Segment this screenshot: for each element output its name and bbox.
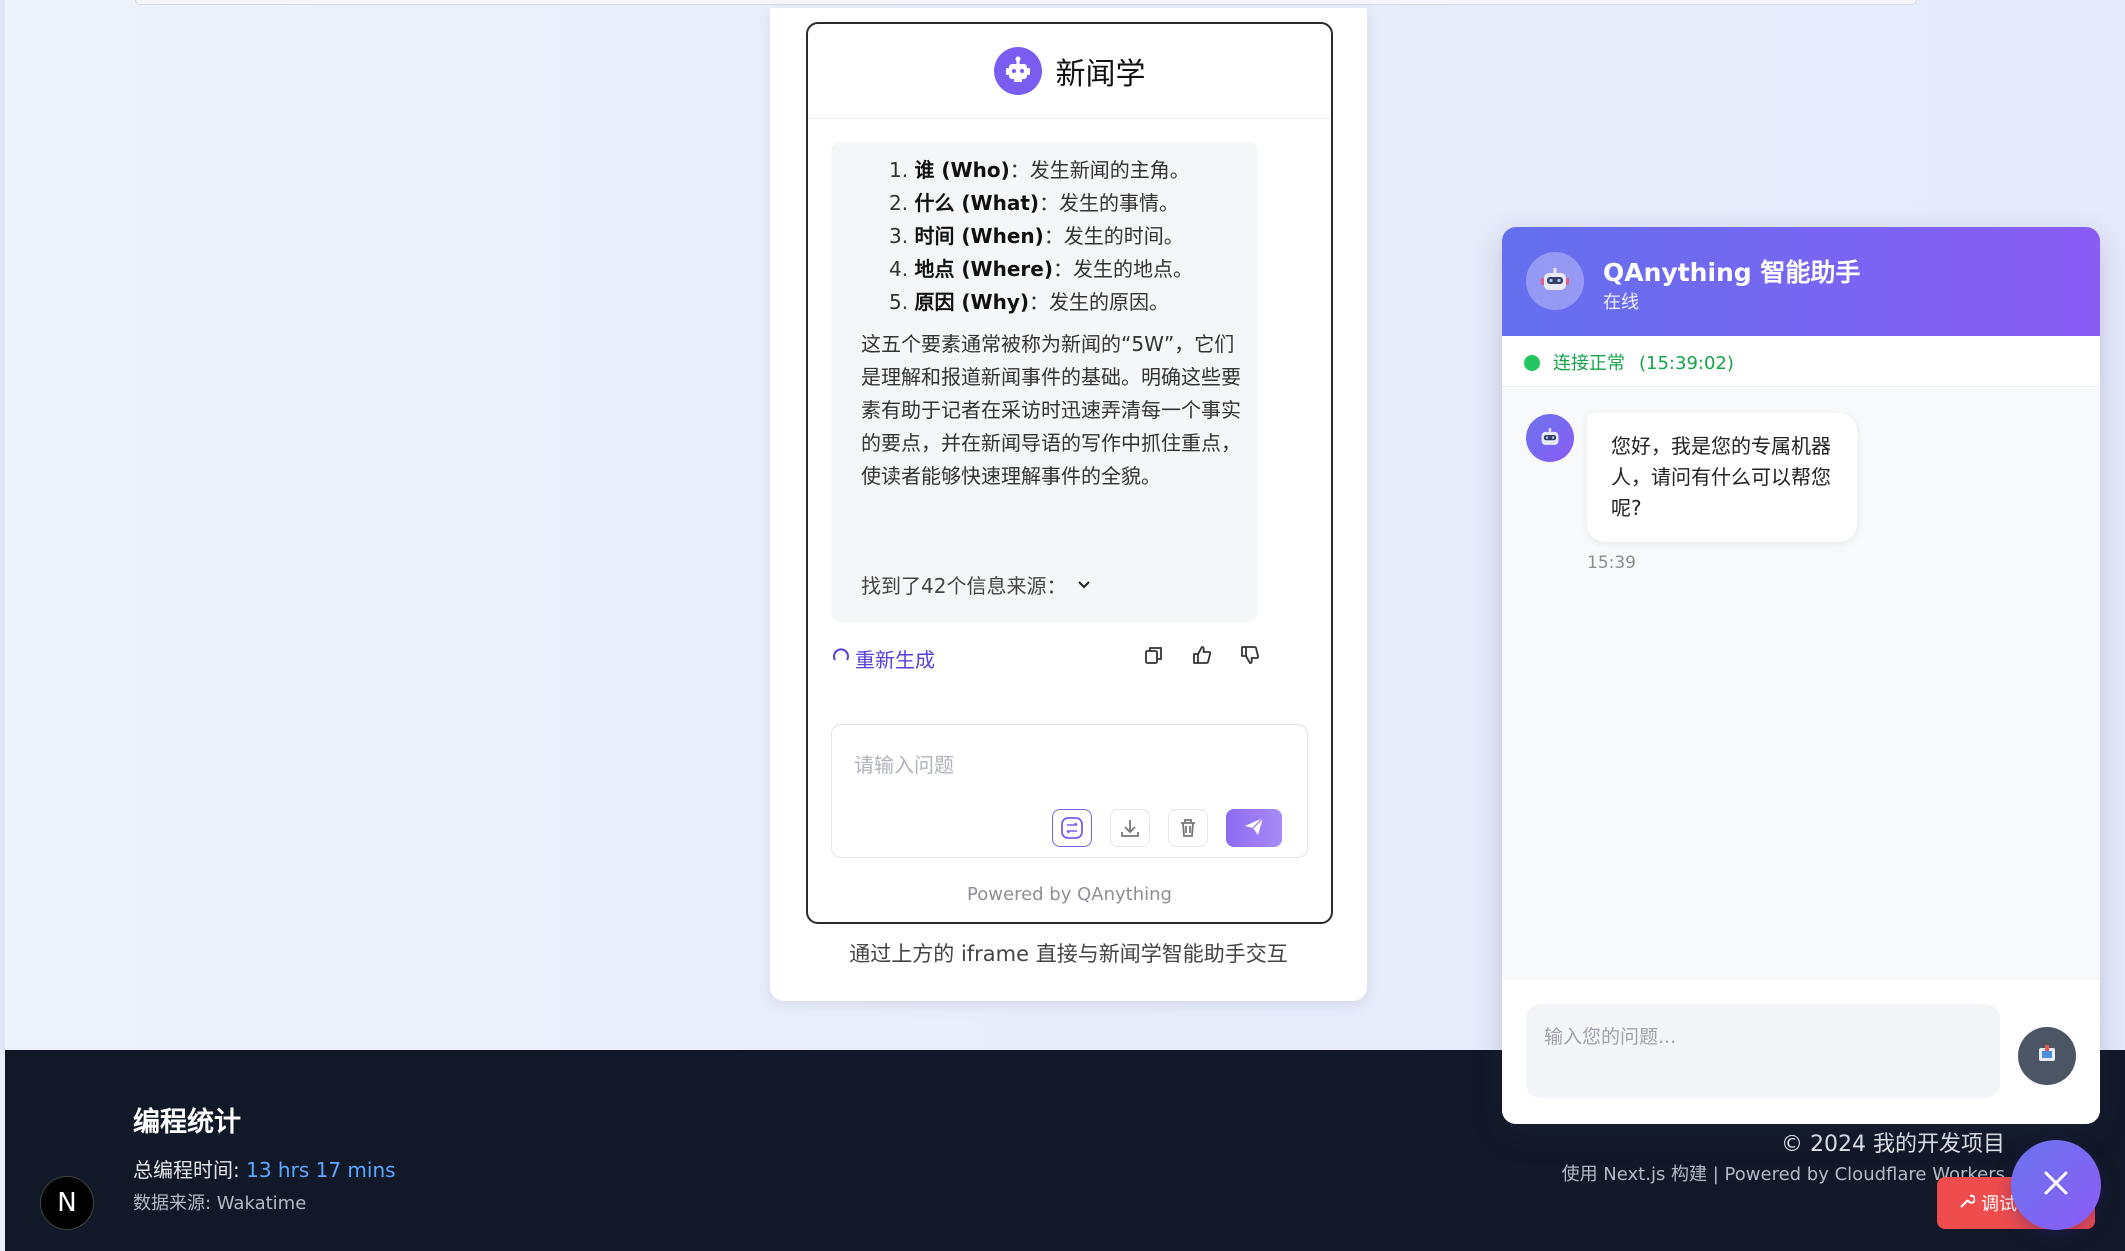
list-number: 5. (889, 290, 909, 314)
nextjs-logo[interactable]: N (40, 1176, 94, 1230)
list-text: ：发生的原因。 (1029, 290, 1170, 314)
close-chat-button[interactable] (2011, 1140, 2101, 1230)
list-number: 3. (889, 224, 909, 248)
connection-label: 连接正常 (1553, 353, 1625, 374)
chat-widget: QAnything 智能助手 在线 连接正常 (15:39:02) 您好，我是您的… (1502, 227, 2100, 1124)
list-key: 什么 (What) (914, 191, 1040, 215)
chevron-down-icon (1076, 573, 1092, 597)
stats-total-value: 13 hrs 17 mins (246, 1158, 396, 1182)
stats-total-label: 总编程时间: (133, 1158, 247, 1182)
connection-time: (15:39:02) (1639, 353, 1734, 374)
regenerate-button[interactable]: 重新生成 (831, 644, 935, 673)
bot-message: 您好，我是您的专属机器人，请问有什么可以帮您呢? (1587, 413, 1857, 542)
list-text: ：发生的地点。 (1053, 257, 1193, 281)
send-button[interactable] (1226, 809, 1282, 847)
iframe-header: 新闻学 (808, 24, 1331, 119)
send-icon (2035, 1042, 2059, 1070)
send-icon (1242, 814, 1266, 842)
regenerate-label: 重新生成 (855, 648, 935, 672)
list-key: 谁 (Who) (914, 158, 1010, 182)
input-toolbar (1052, 809, 1282, 847)
thumbs-down-icon[interactable] (1237, 642, 1263, 668)
chat-title: QAnything 智能助手 (1603, 258, 1861, 287)
robot-icon (1526, 414, 1574, 462)
list-number: 4. (889, 257, 909, 281)
close-icon (2039, 1166, 2073, 1204)
wrench-icon (1959, 1193, 1976, 1214)
chat-send-button[interactable] (2018, 1027, 2076, 1085)
list-text: ：发生的时间。 (1043, 224, 1184, 248)
stats-title: 编程统计 (133, 1107, 241, 1138)
connection-status: 连接正常 (15:39:02) (1502, 336, 2100, 387)
trash-icon[interactable] (1168, 809, 1208, 847)
stats-total-time: 总编程时间: 13 hrs 17 mins (133, 1154, 396, 1183)
sources-toggle[interactable]: 找到了42个信息来源： (861, 570, 1092, 599)
chat-messages: 您好，我是您的专属机器人，请问有什么可以帮您呢? 15:39 (1502, 387, 2100, 980)
page-edge (0, 0, 5, 1050)
robot-icon (993, 47, 1042, 95)
answer-paragraph: 这五个要素通常被称为新闻的“5W”，它们是理解和报道新闻事件的基础。明确这些要素… (861, 332, 1241, 488)
iframe-caption: 通过上方的 iframe 直接与新闻学智能助手交互 (849, 942, 1288, 966)
list-key: 地点 (Where) (914, 257, 1053, 281)
top-scroll-strip (135, 0, 1917, 5)
list-item: 2. 什么 (What)：发生的事情。 (889, 187, 1193, 220)
answer-list: 1. 谁 (Who)：发生新闻的主角。 2. 什么 (What)：发生的事情。 … (889, 154, 1193, 319)
qa-iframe: 新闻学 1. 谁 (Who)：发生新闻的主角。 2. 什么 (What)：发生的… (806, 22, 1333, 924)
thumbs-up-icon[interactable] (1189, 642, 1215, 668)
answer-bubble: 1. 谁 (Who)：发生新闻的主角。 2. 什么 (What)：发生的事情。 … (831, 142, 1258, 622)
iframe-title: 新闻学 (1055, 57, 1146, 92)
list-number: 2. (889, 191, 909, 215)
powered-by: Powered by QAnything (967, 884, 1172, 905)
chat-input-area: 输入您的问题... (1502, 980, 2100, 1124)
list-item: 3. 时间 (When)：发生的时间。 (889, 220, 1193, 253)
refresh-icon (831, 646, 851, 671)
download-icon[interactable] (1110, 809, 1150, 847)
answer-actions (1141, 642, 1263, 668)
sources-label: 找到了42个信息来源： (861, 574, 1067, 598)
list-key: 原因 (Why) (914, 290, 1030, 314)
list-text: ：发生新闻的主角。 (1009, 158, 1190, 182)
robot-icon (1526, 252, 1584, 310)
list-text: ：发生的事情。 (1039, 191, 1180, 215)
list-item: 5. 原因 (Why)：发生的原因。 (889, 286, 1193, 319)
chat-header: QAnything 智能助手 在线 (1502, 227, 2100, 336)
status-dot (1524, 355, 1540, 371)
question-input[interactable]: 请输入问题 (854, 749, 954, 778)
chat-status: 在线 (1603, 292, 1639, 313)
question-input-box[interactable]: 请输入问题 (831, 724, 1308, 858)
copy-icon[interactable] (1141, 642, 1167, 668)
stats-source: 数据来源: Wakatime (133, 1193, 307, 1214)
connection-text: 连接正常 (15:39:02) (1553, 349, 1734, 375)
copyright: © 2024 我的开发项目 (1781, 1132, 2005, 1157)
iframe-card: 新闻学 1. 谁 (Who)：发生新闻的主角。 2. 什么 (What)：发生的… (770, 8, 1367, 1001)
list-key: 时间 (When) (914, 224, 1044, 248)
list-item: 4. 地点 (Where)：发生的地点。 (889, 253, 1193, 286)
list-item: 1. 谁 (Who)：发生新闻的主角。 (889, 154, 1193, 187)
switch-icon[interactable] (1052, 809, 1092, 847)
chat-input[interactable]: 输入您的问题... (1526, 1004, 2000, 1098)
message-time: 15:39 (1587, 553, 1636, 573)
list-number: 1. (889, 158, 909, 182)
